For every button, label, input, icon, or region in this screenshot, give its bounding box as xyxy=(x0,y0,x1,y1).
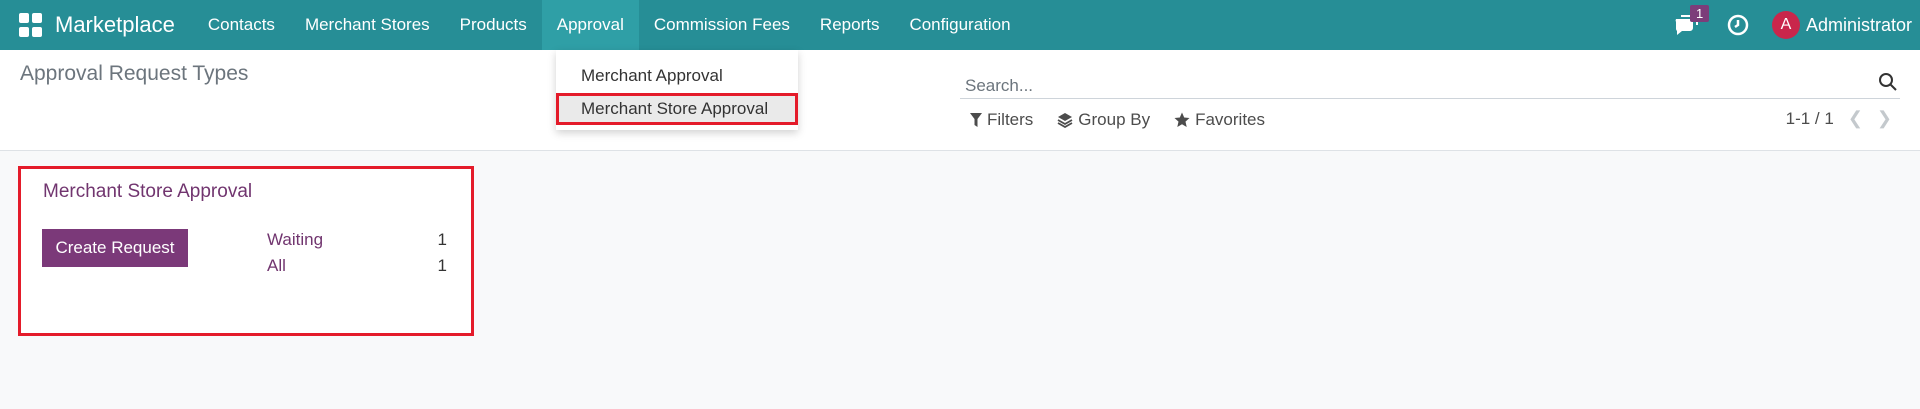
all-count: 1 xyxy=(437,256,447,275)
chat-count-badge: 1 xyxy=(1689,5,1710,22)
search-input[interactable]: Search... xyxy=(965,76,1033,96)
menu-approval[interactable]: Approval xyxy=(541,0,639,50)
chevron-left-icon[interactable]: ❮ xyxy=(1848,108,1863,129)
menu-merchant-stores[interactable]: Merchant Stores xyxy=(290,0,445,50)
menu-products[interactable]: Products xyxy=(445,0,542,50)
menu-contacts[interactable]: Contacts xyxy=(193,0,290,50)
menu-reports[interactable]: Reports xyxy=(805,0,895,50)
group-by-button[interactable]: Group By xyxy=(1057,110,1150,130)
filters-button[interactable]: Filters xyxy=(970,110,1033,130)
approval-dropdown-menu: Merchant Approval Merchant Store Approva… xyxy=(556,50,798,130)
control-panel: Approval Request Types Search... Filters… xyxy=(0,50,1920,151)
chevron-right-icon[interactable]: ❯ xyxy=(1877,108,1892,129)
menu-commission-fees[interactable]: Commission Fees xyxy=(639,0,805,50)
layers-icon xyxy=(1057,113,1073,128)
filters-label: Filters xyxy=(987,110,1034,129)
favorites-label: Favorites xyxy=(1195,110,1266,129)
menu-configuration[interactable]: Configuration xyxy=(894,0,1025,50)
dropdown-item-merchant-approval[interactable]: Merchant Approval xyxy=(556,60,798,92)
approval-type-card: Merchant Store Approval Create Request W… xyxy=(18,166,474,336)
app-brand[interactable]: Marketplace xyxy=(55,12,175,38)
clock-icon[interactable] xyxy=(1726,13,1750,37)
filter-icon xyxy=(970,113,982,127)
avatar[interactable]: A xyxy=(1771,11,1800,39)
chat-icon[interactable]: 1 xyxy=(1672,5,1710,39)
star-icon xyxy=(1174,112,1190,127)
waiting-link[interactable]: Waiting xyxy=(267,230,323,250)
waiting-count: 1 xyxy=(437,230,447,249)
all-link[interactable]: All xyxy=(267,256,286,276)
group-by-label: Group By xyxy=(1078,110,1151,129)
card-title[interactable]: Merchant Store Approval xyxy=(43,181,252,203)
user-name[interactable]: Administrator xyxy=(1806,15,1912,36)
dropdown-item-merchant-store-approval[interactable]: Merchant Store Approval xyxy=(556,93,798,125)
create-request-button[interactable]: Create Request xyxy=(42,229,188,267)
search-bar[interactable]: Search... xyxy=(960,62,1900,99)
top-navbar: Marketplace Contacts Merchant Stores Pro… xyxy=(0,0,1920,50)
page-title: Approval Request Types xyxy=(20,62,249,85)
search-icon[interactable] xyxy=(1878,72,1898,92)
favorites-button[interactable]: Favorites xyxy=(1174,110,1265,130)
apps-grid-icon[interactable] xyxy=(19,13,43,37)
pager-value[interactable]: 1-1 / 1 xyxy=(1786,109,1834,129)
